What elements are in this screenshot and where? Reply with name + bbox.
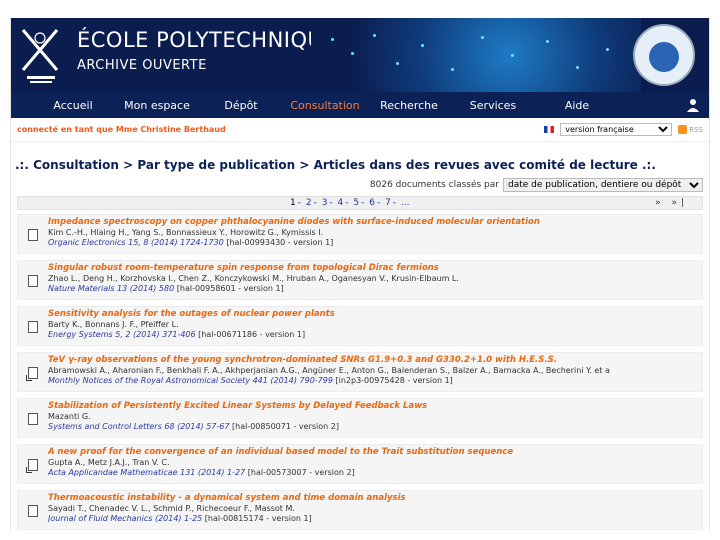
hal-id[interactable]: [hal-00993430 - version 1]	[226, 238, 333, 247]
list-item: Sensitivity analysis for the outages of …	[17, 306, 703, 346]
nav-depot[interactable]: Dépôt	[199, 99, 283, 112]
session-bar: connecté en tant que Mme Christine Berth…	[11, 118, 709, 142]
journal-name: Acta Applicandae Mathematicae 131 (2014)…	[48, 468, 246, 477]
article-authors: Gupta A., Metz J.A.J., Tran V. C.	[48, 458, 170, 467]
hal-id[interactable]: [hal-00573007 - version 2]	[248, 468, 355, 477]
pagination-bar: 1- 2- 3- 4- 5- 6- 7- ... » »|	[17, 196, 703, 210]
rss-label: RSS	[689, 125, 703, 134]
nav-services[interactable]: Services	[451, 99, 535, 112]
language-area: version française RSS	[544, 123, 703, 136]
list-item: Stabilization of Persistently Excited Li…	[17, 398, 703, 438]
page-link-7[interactable]: 7	[385, 198, 391, 208]
article-authors: Barty K., Bonnans J. F., Pfeiffer L.	[48, 320, 179, 329]
journal-name: Journal of Fluid Mechanics (2014) 1-25	[48, 514, 203, 523]
article-reference: Organic Electronics 15, 8 (2014) 1724-17…	[48, 238, 702, 247]
article-reference: Acta Applicandae Mathematicae 131 (2014)…	[48, 468, 702, 477]
list-item: A new proof for the convergence of an in…	[17, 444, 703, 484]
list-item: Thermoacoustic instability - a dynamical…	[17, 490, 703, 530]
hal-id[interactable]: [hal-00671186 - version 1]	[198, 330, 305, 339]
link-document-icon[interactable]	[26, 459, 38, 473]
page-link-2[interactable]: 2	[306, 198, 312, 208]
list-item: Impedance spectroscopy on copper phthalo…	[17, 214, 703, 254]
link-document-icon[interactable]	[26, 367, 38, 381]
document-icon[interactable]	[28, 321, 38, 333]
article-reference: Journal of Fluid Mechanics (2014) 1-25 […	[48, 514, 702, 523]
page-link-6[interactable]: 6	[369, 198, 375, 208]
article-title[interactable]: A new proof for the convergence of an in…	[48, 447, 702, 457]
breadcrumb: .:. Consultation > Par type de publicati…	[15, 158, 656, 172]
journal-name: Organic Electronics 15, 8 (2014) 1724-17…	[48, 238, 224, 247]
document-icon[interactable]	[28, 275, 38, 287]
document-icon[interactable]	[28, 229, 38, 241]
article-title[interactable]: Impedance spectroscopy on copper phthalo…	[48, 217, 702, 227]
article-list: Impedance spectroscopy on copper phthalo…	[17, 214, 703, 530]
journal-name: Systems and Control Letters 68 (2014) 57…	[48, 422, 230, 431]
page-link-4[interactable]: 4	[338, 198, 344, 208]
list-item: Singular robust room-temperature spin re…	[17, 260, 703, 300]
document-icon[interactable]	[28, 505, 38, 517]
nav-accueil[interactable]: Accueil	[31, 99, 115, 112]
article-reference: Nature Materials 13 (2014) 580 [hal-0095…	[48, 284, 702, 293]
article-title[interactable]: Thermoacoustic instability - a dynamical…	[48, 493, 702, 503]
hal-id[interactable]: [in2p3-00975428 - version 1]	[336, 376, 453, 385]
article-authors: Zhao L., Deng H., Korzhovska I., Chen Z.…	[48, 274, 459, 283]
hal-id[interactable]: [hal-00815174 - version 1]	[205, 514, 312, 523]
archive-name: ARCHIVE OUVERTE	[77, 58, 207, 73]
nav-aide[interactable]: Aide	[535, 99, 619, 112]
page-links: 1- 2- 3- 4- 5- 6- 7- ...	[290, 198, 410, 208]
article-authors: Abramowski A., Aharonian F., Benkhali F.…	[48, 366, 610, 375]
document-count: 8026 documents classés par	[369, 180, 499, 190]
next-last-arrows[interactable]: » »|	[655, 198, 688, 208]
article-authors: Kim C.-H., Hlaing H., Yang S., Bonnassie…	[48, 228, 324, 237]
polytechnique-logo-icon[interactable]	[19, 24, 63, 86]
page-link-1[interactable]: 1	[290, 198, 296, 208]
document-icon[interactable]	[28, 413, 38, 425]
article-reference: Energy Systems 5, 2 (2014) 371-406 [hal-…	[48, 330, 702, 339]
article-reference: Systems and Control Letters 68 (2014) 57…	[48, 422, 702, 431]
seal-logo-icon	[633, 24, 695, 86]
connected-user-text: connecté en tant que Mme Christine Berth…	[17, 125, 226, 134]
school-name: ÉCOLE POLYTECHNIQUE	[77, 28, 338, 52]
article-title[interactable]: Stabilization of Persistently Excited Li…	[48, 401, 702, 411]
page-frame: ÉCOLE POLYTECHNIQUE ARCHIVE OUVERTE Accu…	[10, 18, 710, 530]
journal-name: Monthly Notices of the Royal Astronomica…	[48, 376, 333, 385]
rss-link[interactable]: RSS	[678, 125, 703, 134]
sort-select[interactable]: date de publication, dentiere ou dépôt	[503, 178, 703, 192]
page-link-more[interactable]: ...	[401, 198, 410, 208]
nav-recherche[interactable]: Recherche	[367, 99, 451, 112]
user-icon[interactable]	[687, 98, 699, 112]
article-authors: Mazanti G.	[48, 412, 91, 421]
page-link-5[interactable]: 5	[353, 198, 359, 208]
hal-id[interactable]: [hal-00958601 - version 1]	[177, 284, 284, 293]
article-reference: Monthly Notices of the Royal Astronomica…	[48, 376, 702, 385]
hal-id[interactable]: [hal-00850071 - version 2]	[232, 422, 339, 431]
list-item: TeV γ-ray observations of the young sync…	[17, 352, 703, 392]
main-nav: Accueil Mon espace Dépôt Consultation Re…	[11, 92, 709, 118]
journal-name: Nature Materials 13 (2014) 580	[48, 284, 175, 293]
article-title[interactable]: Sensitivity analysis for the outages of …	[48, 309, 702, 319]
journal-name: Energy Systems 5, 2 (2014) 371-406	[48, 330, 196, 339]
article-authors: Sayadi T., Chenadec V. L., Schmid P., Ri…	[48, 504, 295, 513]
french-flag-icon	[544, 126, 555, 133]
banner-photo	[311, 18, 641, 92]
article-title[interactable]: TeV γ-ray observations of the young sync…	[48, 355, 702, 365]
header-banner: ÉCOLE POLYTECHNIQUE ARCHIVE OUVERTE	[11, 18, 709, 92]
nav-consultation[interactable]: Consultation	[283, 99, 367, 112]
nav-mon-espace[interactable]: Mon espace	[115, 99, 199, 112]
page-link-3[interactable]: 3	[322, 198, 328, 208]
rss-icon	[678, 125, 688, 134]
sort-controls: 8026 documents classés par date de publi…	[11, 178, 709, 192]
article-title[interactable]: Singular robust room-temperature spin re…	[48, 263, 702, 273]
language-select[interactable]: version française	[560, 123, 673, 136]
